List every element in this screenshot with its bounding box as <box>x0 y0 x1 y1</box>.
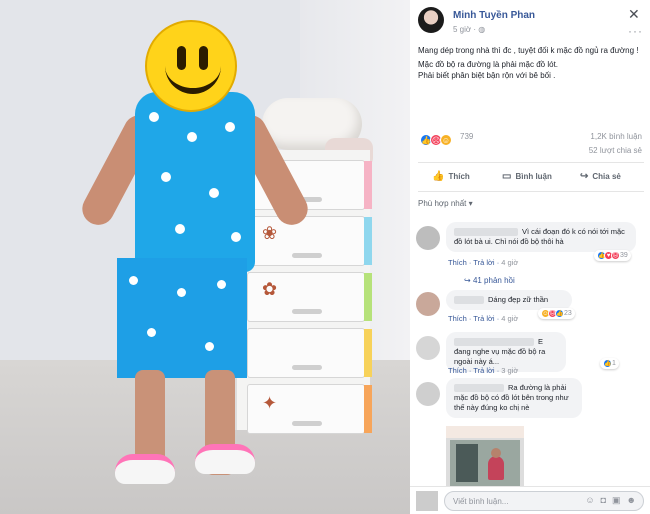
comment-bubble: Vì cái đoạn đó k có nói tới mặc đồ lót b… <box>446 222 636 252</box>
globe-icon: ◍ <box>478 25 486 34</box>
post-actions: 👍 Thích ▭ Bình luận ↪ Chia sẻ <box>418 162 644 192</box>
comment-reactions[interactable]: ☺☹👍 23 <box>538 308 575 319</box>
close-icon[interactable]: ✕ <box>628 6 640 23</box>
comment-links: Thích · Trả lời · 4 giờ <box>448 258 519 267</box>
reaction-count[interactable]: 739 <box>460 132 473 141</box>
comment-time[interactable]: 3 giờ <box>501 366 518 375</box>
comment-count[interactable]: 1,2K bình luận <box>590 132 642 141</box>
person <box>55 20 314 514</box>
emoji-icon[interactable]: ☺ <box>585 495 600 505</box>
camera-icon[interactable]: ◘ <box>601 495 612 505</box>
comment-reactions[interactable]: 👍♥ ☹ 39 <box>594 250 631 261</box>
like-button[interactable]: 👍 Thích <box>432 163 470 191</box>
commenter-name[interactable] <box>454 228 518 237</box>
commenter-avatar[interactable] <box>416 336 440 360</box>
shorts <box>117 258 247 378</box>
author-name[interactable]: Minh Tuyền Phan <box>453 10 535 21</box>
my-avatar <box>416 491 438 511</box>
haha-reaction-icon: ☺ <box>440 134 452 146</box>
sticker-icon[interactable]: ☻ <box>627 495 642 505</box>
share-arrow-icon: ↪ <box>580 171 589 182</box>
post-line: Mặc đồ bộ ra đường là phải mặc đồ lót. <box>418 60 559 69</box>
commenter-name[interactable] <box>454 384 504 393</box>
comment-reply-link[interactable]: Trả lời <box>473 258 494 267</box>
comment-like-link[interactable]: Thích <box>448 314 467 323</box>
reaction-icons[interactable]: 👍☹ ☺ <box>420 130 452 146</box>
author-avatar[interactable] <box>418 7 444 33</box>
share-button[interactable]: ↪ Chia sẻ <box>580 163 621 191</box>
thumbs-up-icon: 👍 <box>432 171 445 182</box>
post-photo[interactable]: ❀ ✿ ✦ <box>0 0 410 514</box>
comment-time[interactable]: 4 giờ <box>501 314 518 323</box>
composer-icons: ☺◘▣☻ <box>585 495 642 506</box>
comment-sort-dropdown[interactable]: Phù hợp nhất ▾ <box>418 199 473 208</box>
comment-reactions[interactable]: 👍 1 <box>600 358 619 369</box>
comment-time[interactable]: 4 giờ <box>501 258 518 267</box>
post-time[interactable]: 5 giờ <box>453 25 471 34</box>
comment-bubble: Dáng đẹp zữ thần <box>446 290 572 310</box>
post-header: Minh Tuyền Phan 5 giờ · ◍ ✕ ··· <box>410 0 650 40</box>
commenter-name[interactable] <box>454 296 484 305</box>
comment-bubble: Ra đường là phải mặc đồ bộ có đồ lót bên… <box>446 378 582 418</box>
post-line: Mang dép trong nhà thì đc , tuyệt đối k … <box>418 46 639 55</box>
commenter-avatar[interactable] <box>416 292 440 316</box>
viewer: ❀ ✿ ✦ Minh Tuyền Phan 5 giờ · ◍ ✕ ··· Ma… <box>0 0 650 514</box>
commenter-avatar[interactable] <box>416 226 440 250</box>
post-line: Phải biết phân biệt bận rộn với bê bối . <box>418 71 556 80</box>
shoe <box>195 444 255 474</box>
gif-icon[interactable]: ▣ <box>612 495 627 505</box>
view-replies-link[interactable]: ↪ 41 phản hồi <box>464 276 515 285</box>
smiley-face-sticker <box>145 20 237 112</box>
shoe <box>115 454 175 484</box>
comment-attached-photo[interactable] <box>446 426 524 486</box>
reply-arrow-icon: ↪ <box>464 276 471 285</box>
commenter-avatar[interactable] <box>416 382 440 406</box>
share-count[interactable]: 52 lượt chia sẻ <box>589 146 642 155</box>
chevron-down-icon: ▾ <box>468 199 473 208</box>
more-options-icon[interactable]: ··· <box>628 24 643 38</box>
post-text: Mang dép trong nhà thì đc , tuyệt đối k … <box>418 45 644 84</box>
comment-button[interactable]: ▭ Bình luận <box>502 163 552 191</box>
shirt <box>135 92 255 272</box>
comment-composer: Viết bình luận... ☺◘▣☻ <box>410 486 650 514</box>
comment-links: Thích · Trả lời · 4 giờ <box>448 314 519 323</box>
comment-reply-link[interactable]: Trả lời <box>473 366 494 375</box>
comment-links: Thích · Trả lời · 3 giờ <box>448 366 519 375</box>
comment-reply-link[interactable]: Trả lời <box>473 314 494 323</box>
post-stats: 👍☹ ☺ 739 1,2K bình luận 52 lượt chia sẻ <box>410 124 650 160</box>
speech-bubble-icon: ▭ <box>502 171 512 182</box>
commenter-name[interactable] <box>454 338 534 347</box>
post-meta: 5 giờ · ◍ <box>453 25 485 34</box>
comment-like-link[interactable]: Thích <box>448 366 467 375</box>
comment-like-link[interactable]: Thích <box>448 258 467 267</box>
